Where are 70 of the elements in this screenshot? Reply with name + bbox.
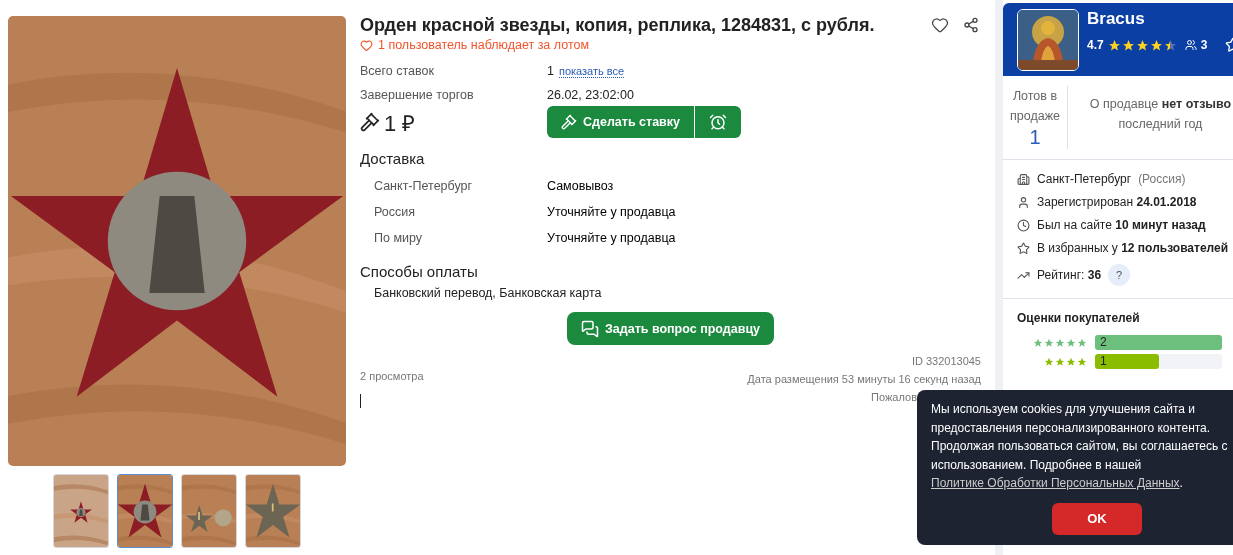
watchers-text: 1 пользователь наблюдает за лотом <box>378 38 590 52</box>
heart-icon <box>360 38 373 52</box>
section-heading: Доставка <box>360 150 426 167</box>
info-label: Завершение торгов <box>360 88 475 102</box>
ask-seller-button[interactable]: Задать вопрос продавцу <box>566 312 775 345</box>
gavel-icon <box>360 112 380 132</box>
seller-detail: Зарегистрирован 24.01.2018 <box>1037 195 1197 209</box>
star-icon <box>1121 38 1135 52</box>
views-count: 2 просмотра <box>360 370 424 382</box>
info-label: Всего ставок <box>360 64 435 78</box>
building-icon <box>1017 172 1030 186</box>
ratings-heading: Оценки покупателей <box>1016 310 1141 327</box>
star-icon <box>1135 38 1149 52</box>
seller-detail: Был на сайте 10 минут назад <box>1037 218 1206 232</box>
star-icon <box>1066 356 1076 367</box>
text-cursor <box>360 394 361 408</box>
star-icon <box>1163 38 1177 52</box>
rating-bar: 2 <box>1095 335 1222 350</box>
seller-detail: Рейтинг: 36 <box>1037 268 1102 282</box>
delivery-region: Санкт-Петербург <box>374 178 474 195</box>
star-icon <box>1149 38 1163 52</box>
ok-button[interactable]: OK <box>1052 502 1142 535</box>
star-icon <box>1017 241 1030 255</box>
star-icon <box>1077 337 1087 348</box>
users-icon <box>1184 39 1197 51</box>
cookie-text: Мы используем cookies для улучшения сайта и предоставления персонализированного контента. Продолжая пользоваться сайтом, вы соглашаетесь с использованием. Подробнее в нашей Политике Обработки Персональных Данных. <box>931 401 1229 492</box>
privacy-policy-link[interactable]: Политике Обработки Персональных Данных <box>931 476 1180 490</box>
lot-title: Орден красной звезды, копия, реплика, 1284831, с рубля. <box>360 14 876 36</box>
delivery-method: Уточняйте у продавца <box>547 204 677 221</box>
lot-id: ID 332013045 <box>911 355 981 367</box>
star-icon <box>1044 356 1054 367</box>
star-icon <box>1077 356 1087 367</box>
country-note: (Россия) <box>1138 172 1186 186</box>
payment-methods: Банковский перевод, Банковская карта <box>373 286 603 300</box>
info-value: 1 <box>547 64 554 78</box>
bid-button[interactable]: Сделать ставку <box>547 106 694 138</box>
gavel-icon <box>561 114 577 130</box>
section-heading: Способы оплаты <box>360 263 479 280</box>
seller-detail: В избранных у 12 пользователей <box>1037 241 1229 255</box>
rating-bar: 1 <box>1095 354 1159 369</box>
info-value: 26.02, 23:02:00 <box>547 88 634 102</box>
star-icon <box>1055 356 1065 367</box>
reviews-note: О продавце нет отзыво последний год <box>1088 96 1233 133</box>
delivery-region: Россия <box>374 204 416 221</box>
thumbnail[interactable] <box>117 474 173 548</box>
lots-label: Лотов в продаже <box>1009 88 1061 125</box>
followers-count: 3 <box>1200 38 1208 52</box>
seller-name[interactable]: Bracus <box>1087 9 1233 29</box>
user-icon <box>1017 195 1030 209</box>
star-icon <box>1066 337 1076 348</box>
delivery-method: Самовывоз <box>547 178 615 195</box>
seller-detail: Санкт-Петербург <box>1037 172 1132 186</box>
posted-date: Дата размещения 53 минуты 16 секунд назад <box>747 373 981 385</box>
alarm-clock-icon <box>709 113 727 131</box>
star-icon <box>1044 337 1054 348</box>
show-all-link[interactable]: показать все <box>558 65 625 78</box>
lots-count[interactable]: 1 <box>1029 126 1041 149</box>
chat-icon <box>580 319 599 338</box>
star-icon <box>1107 38 1121 52</box>
price: 1 ₽ <box>384 110 416 137</box>
star-icon <box>1033 337 1043 348</box>
share-icon[interactable] <box>961 15 981 35</box>
delivery-region: По миру <box>374 230 424 247</box>
help-button[interactable]: ? <box>1108 264 1131 286</box>
star-icon <box>1055 337 1065 348</box>
delivery-method: Уточняйте у продавца <box>547 230 677 247</box>
report-link[interactable]: Пожалов <box>871 391 917 403</box>
clock-icon <box>1017 218 1030 232</box>
alarm-button[interactable] <box>695 106 741 138</box>
seller-rating: 4.7 <box>1087 38 1104 52</box>
